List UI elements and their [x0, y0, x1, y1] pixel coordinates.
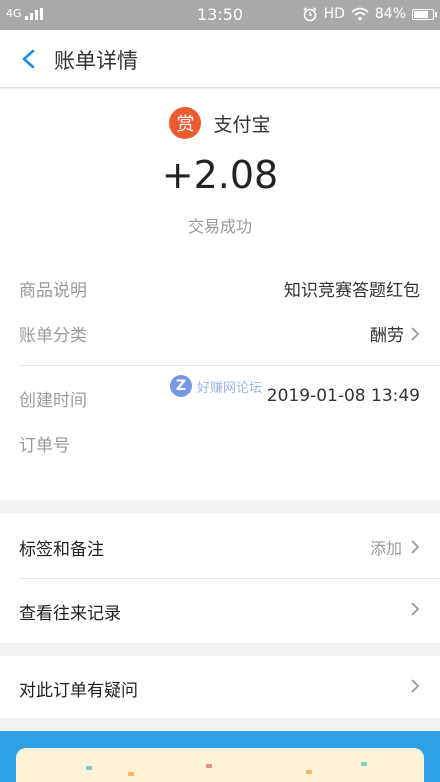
confetti-icon: [206, 764, 212, 768]
history-row[interactable]: 查看往来记录: [0, 579, 440, 643]
transaction-status: 交易成功: [187, 217, 252, 236]
watermark-text: 好赚网论坛: [197, 380, 263, 396]
watermark-logo: Z: [170, 375, 192, 397]
nav-bar: 账单详情: [0, 30, 440, 88]
page-title: 账单详情: [54, 49, 138, 73]
created-label: 创建时间: [19, 391, 87, 411]
history-chevron: [410, 601, 420, 617]
status-bar: 4G 13:50 HD 84%: [0, 0, 440, 30]
tags-notes-label: 标签和备注: [19, 540, 104, 560]
confetti-icon: [306, 770, 312, 774]
wifi-icon: [351, 7, 369, 21]
question-label: 对此订单有疑问: [19, 681, 138, 701]
status-icons: HD 84%: [302, 6, 437, 22]
created-value-text: 2019-01-08 13:49: [266, 386, 420, 406]
add-tag-text: 添加: [369, 539, 402, 558]
amount: +2.08: [161, 153, 279, 197]
question-chevron: [410, 678, 420, 694]
merchant-name: 支付宝: [213, 113, 271, 136]
alarm-icon: [303, 7, 317, 22]
order-label: 订单号: [19, 436, 70, 456]
chevron-right-icon: [411, 540, 420, 554]
question-card[interactable]: 对此订单有疑问: [0, 656, 440, 718]
history-label: 查看往来记录: [19, 604, 121, 624]
tags-notes-row[interactable]: 标签和备注 添加: [0, 513, 440, 577]
product-value-text: 知识竞赛答题红包: [284, 281, 420, 301]
confetti-icon: [128, 772, 134, 776]
divider: [19, 365, 440, 366]
chevron-right-icon: [411, 326, 420, 341]
battery-icon: [412, 8, 437, 20]
add-tag-link[interactable]: 添加: [370, 535, 420, 559]
battery-percent: 84%: [374, 6, 406, 22]
chevron-left-icon: [22, 49, 35, 69]
merchant: 赏 支付宝: [0, 107, 440, 139]
category-value: 酬劳: [370, 326, 404, 346]
promo-banner-card: [16, 748, 424, 782]
transaction-card: 赏 支付宝 +2.08 交易成功 商品说明 知识竞赛答题红包 账单分类 酬劳 创…: [0, 89, 440, 500]
product-value: 知识竞赛答题红包: [284, 276, 420, 301]
reward-icon: 赏: [169, 107, 202, 139]
promo-banner[interactable]: [0, 731, 440, 782]
chevron-right-icon: [411, 679, 420, 693]
actions-card: 标签和备注 添加 查看往来记录: [0, 513, 440, 643]
product-label: 商品说明: [19, 281, 87, 301]
chevron-right-icon: [411, 602, 420, 616]
back-button[interactable]: [14, 44, 44, 74]
hd-label: HD: [323, 6, 345, 22]
confetti-icon: [361, 762, 367, 766]
created-value: 2019-01-08 13:49: [267, 386, 420, 406]
forum-watermark: Z 好赚网论坛: [170, 375, 262, 397]
category-link[interactable]: 酬劳: [370, 321, 420, 346]
confetti-icon: [86, 766, 92, 770]
category-label: 账单分类: [19, 326, 87, 346]
